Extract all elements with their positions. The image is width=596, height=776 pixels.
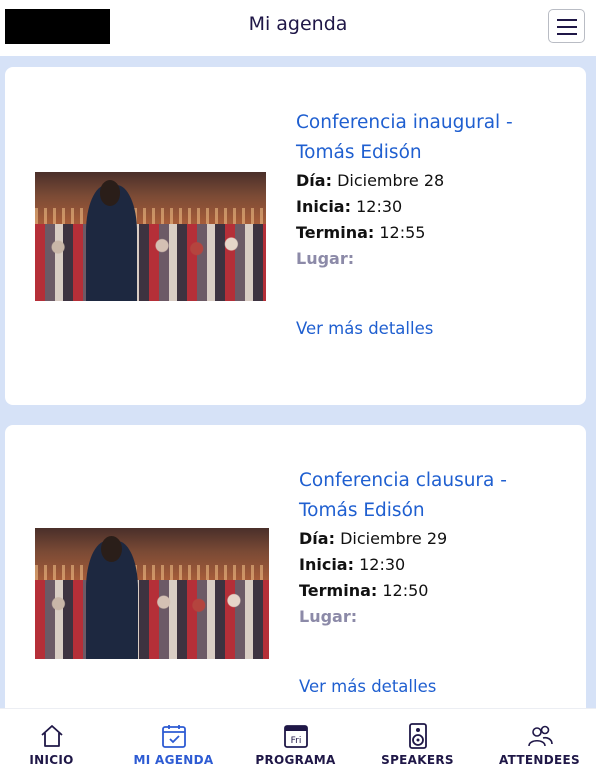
session-info: Conferencia inaugural - Tomás Edisón Día… — [296, 108, 546, 272]
nav-label: SPEAKERS — [381, 753, 454, 767]
session-place: Lugar: — [296, 249, 355, 268]
view-details-link[interactable]: Ver más detalles — [296, 319, 433, 338]
nav-label: ATTENDEES — [499, 753, 580, 767]
nav-programa[interactable]: Fri PROGRAMA — [236, 709, 355, 776]
hamburger-menu-button[interactable] — [548, 9, 585, 43]
session-day: Día: Diciembre 28 — [296, 171, 445, 190]
hamburger-line — [557, 26, 577, 28]
session-image — [35, 172, 266, 301]
nav-label: PROGRAMA — [255, 753, 336, 767]
nav-attendees[interactable]: ATTENDEES — [480, 709, 596, 776]
session-start: Inicia: 12:30 — [299, 555, 406, 574]
session-card[interactable]: Conferencia inaugural - Tomás Edisón Día… — [5, 67, 586, 405]
session-day: Día: Diciembre 29 — [299, 529, 448, 548]
calendar-check-icon — [161, 725, 186, 748]
session-image — [35, 528, 269, 659]
page-title: Mi agenda — [248, 13, 348, 35]
hamburger-line — [557, 33, 577, 35]
session-end: Termina: 12:50 — [299, 581, 429, 600]
session-info: Conferencia clausura - Tomás Edisón Día:… — [299, 466, 569, 630]
bottom-navigation: INICIO MI AGENDA Fri PROGRAMA SPEAKERS A… — [0, 708, 596, 776]
session-title[interactable]: Conferencia inaugural - Tomás Edisón — [296, 108, 546, 168]
nav-inicio[interactable]: INICIO — [0, 709, 111, 776]
nav-label: INICIO — [29, 753, 74, 767]
session-start: Inicia: 12:30 — [296, 197, 403, 216]
session-end: Termina: 12:55 — [296, 223, 426, 242]
nav-speakers[interactable]: SPEAKERS — [358, 709, 477, 776]
calendar-fri-icon: Fri — [283, 725, 308, 748]
session-title[interactable]: Conferencia clausura - Tomás Edisón — [299, 466, 569, 526]
nav-mi-agenda[interactable]: MI AGENDA — [114, 709, 233, 776]
session-card[interactable]: Conferencia clausura - Tomás Edisón Día:… — [5, 425, 586, 725]
session-place: Lugar: — [299, 607, 358, 626]
hamburger-line — [557, 19, 577, 21]
home-icon — [40, 725, 63, 747]
speaker-icon — [408, 723, 427, 749]
nav-label: MI AGENDA — [133, 753, 214, 767]
top-header: Mi agenda — [0, 0, 596, 56]
people-icon — [527, 725, 553, 747]
svg-text:Fri: Fri — [290, 736, 301, 746]
view-details-link[interactable]: Ver más detalles — [299, 677, 436, 696]
